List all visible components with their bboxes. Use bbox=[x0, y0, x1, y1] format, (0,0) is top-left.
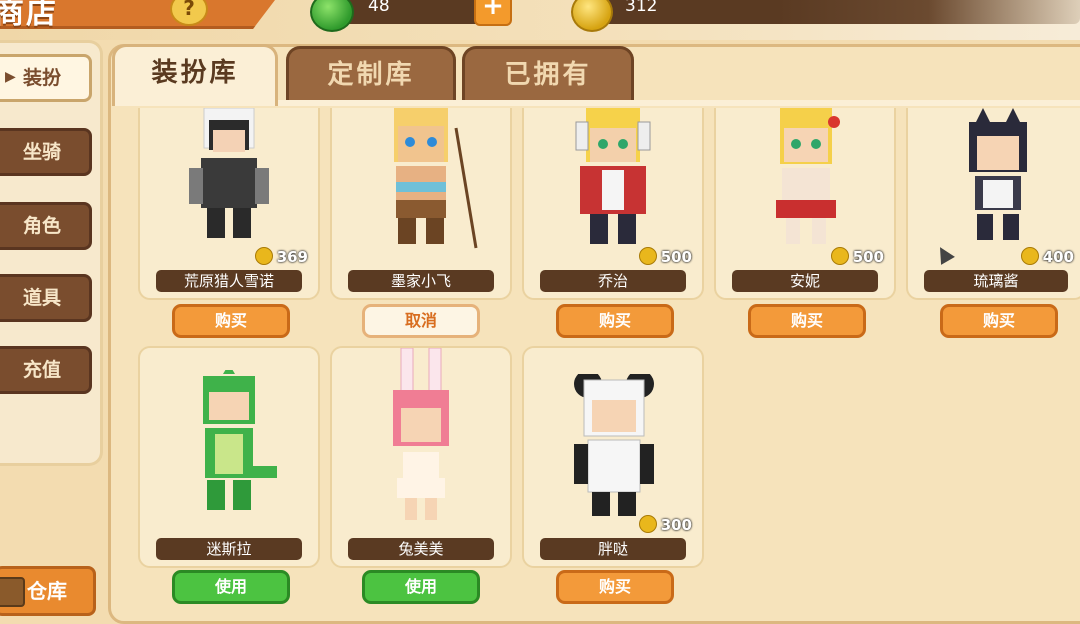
coin-icon bbox=[571, 0, 613, 32]
skin-card[interactable]: 369 荒原猎人雪诺 bbox=[138, 108, 320, 300]
skin-name: 安妮 bbox=[732, 270, 878, 292]
sidebar-item-characters[interactable]: 角色 bbox=[0, 202, 92, 250]
top-bar: 商店 ? 48 + 312 bbox=[0, 0, 1080, 40]
help-icon[interactable]: ? bbox=[170, 0, 208, 26]
use-button[interactable]: 使用 bbox=[362, 570, 480, 604]
skin-name: 琉璃酱 bbox=[924, 270, 1068, 292]
cancel-button[interactable]: 取消 bbox=[362, 304, 480, 338]
tab-dressup-library[interactable]: 装扮库 bbox=[112, 44, 278, 106]
price-tag: 500 bbox=[830, 247, 884, 266]
sidebar-item-dressup[interactable]: ▶ 装扮 bbox=[0, 54, 92, 102]
buy-button[interactable]: 购买 bbox=[748, 304, 866, 338]
page-title: 商店 bbox=[0, 0, 58, 31]
skin-name: 荒原猎人雪诺 bbox=[156, 270, 302, 292]
skin-card[interactable]: 400 琉璃酱 bbox=[906, 108, 1080, 300]
skin-name: 乔治 bbox=[540, 270, 686, 292]
buy-button[interactable]: 购买 bbox=[940, 304, 1058, 338]
warehouse-label: 仓库 bbox=[27, 579, 67, 603]
character-george bbox=[575, 108, 651, 244]
warehouse-button[interactable]: 仓库 bbox=[0, 566, 96, 616]
chest-icon bbox=[0, 577, 25, 607]
gem-balance: 48 + bbox=[310, 0, 512, 32]
add-gems-button[interactable]: + bbox=[474, 0, 512, 26]
character-hunter-snow bbox=[189, 108, 269, 238]
sidebar-item-props[interactable]: 道具 bbox=[0, 274, 92, 322]
sidebar-item-label: 充值 bbox=[22, 359, 61, 381]
arrow-right-icon: ▶ bbox=[5, 69, 16, 85]
sidebar: ▶ 装扮 坐骑 角色 道具 充值 仓库 bbox=[0, 40, 104, 616]
character-mojia-xiaofei bbox=[394, 108, 478, 249]
character-bunny bbox=[393, 348, 449, 520]
skin-name: 胖哒 bbox=[540, 538, 686, 560]
title-plate: 商店 ? bbox=[0, 0, 275, 29]
skin-card[interactable]: 兔美美 bbox=[330, 346, 512, 568]
skin-card[interactable]: 300 胖哒 bbox=[522, 346, 704, 568]
sidebar-item-label: 道具 bbox=[22, 287, 61, 309]
coin-icon bbox=[830, 247, 849, 265]
character-liuli bbox=[969, 108, 1027, 240]
sidebar-item-label: 装扮 bbox=[22, 67, 61, 89]
sidebar-item-label: 角色 bbox=[22, 215, 61, 237]
coin-icon bbox=[254, 247, 273, 265]
buy-button[interactable]: 购买 bbox=[556, 304, 674, 338]
gem-icon bbox=[310, 0, 354, 32]
coin-balance: 312 bbox=[571, 0, 1080, 32]
tab-owned[interactable]: 已拥有 bbox=[462, 46, 634, 104]
skin-card[interactable]: 迷斯拉 bbox=[138, 346, 320, 568]
character-dino bbox=[203, 370, 277, 510]
price-tag: 500 bbox=[638, 247, 692, 266]
sidebar-item-recharge[interactable]: 充值 bbox=[0, 346, 92, 394]
buy-button[interactable]: 购买 bbox=[556, 570, 674, 604]
coin-icon bbox=[1020, 247, 1039, 265]
price-tag: 400 bbox=[1020, 247, 1074, 266]
coin-icon bbox=[638, 247, 657, 265]
use-button[interactable]: 使用 bbox=[172, 570, 290, 604]
buy-button[interactable]: 购买 bbox=[172, 304, 290, 338]
sidebar-item-mounts[interactable]: 坐骑 bbox=[0, 128, 92, 176]
coin-icon bbox=[638, 515, 657, 533]
gem-amount: 48 bbox=[368, 0, 390, 16]
price-tag: 300 bbox=[638, 515, 692, 534]
skin-name: 迷斯拉 bbox=[156, 538, 302, 560]
skin-name: 墨家小飞 bbox=[348, 270, 494, 292]
tab-custom-library[interactable]: 定制库 bbox=[286, 46, 456, 104]
skin-card[interactable]: 500 安妮 bbox=[714, 108, 896, 300]
skin-card[interactable]: 墨家小飞 bbox=[330, 108, 512, 300]
sidebar-item-label: 坐骑 bbox=[22, 141, 61, 163]
price-tag: 369 bbox=[254, 247, 308, 266]
character-panda bbox=[574, 374, 654, 516]
coin-amount: 312 bbox=[625, 0, 658, 16]
character-annie bbox=[776, 108, 840, 244]
sidebar-panel bbox=[0, 40, 103, 466]
skin-name: 兔美美 bbox=[348, 538, 494, 560]
skin-card[interactable]: 500 乔治 bbox=[522, 108, 704, 300]
